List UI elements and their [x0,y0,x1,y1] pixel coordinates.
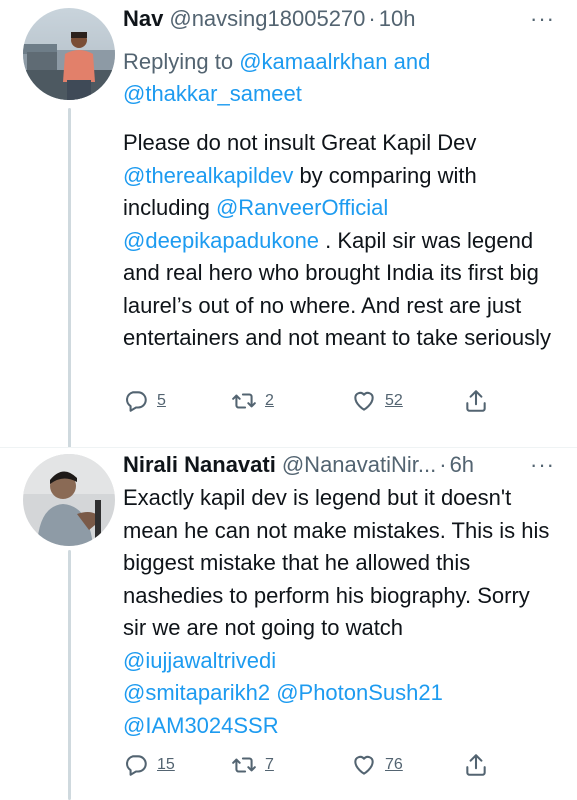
reply-count: 15 [157,756,175,773]
mention-link[interactable]: @RanveerOfficial [216,195,388,220]
reply-icon [126,391,147,412]
text-segment: including [123,195,216,220]
author-handle[interactable]: @NanavatiNir... [282,450,436,480]
text-segment: by comparing with [293,162,477,188]
timestamp[interactable]: 10h [379,4,416,34]
reply-button[interactable]: 15 [123,752,175,778]
retweet-icon [232,757,256,773]
avatar-nav[interactable] [23,8,115,100]
separator-dot: · [439,452,447,477]
text-segment: Exactly kapil dev is legend but it doesn… [123,485,550,640]
mention-link[interactable]: @therealkapildev [123,163,293,188]
retweet-button[interactable]: 2 [231,388,274,414]
more-icon[interactable]: ··· [530,454,555,476]
tweet-header: Nav @navsing18005270 · 10h [123,4,555,34]
share-button[interactable] [463,752,489,778]
author-handle[interactable]: @navsing18005270 [169,4,365,34]
replying-to-label: Replying to [123,49,234,74]
replying-to: Replying to @kamaalrkhan and @thakkar_sa… [123,46,555,110]
tweet-content: Nirali Nanavati @NanavatiNir... · 6h ···… [123,450,555,742]
mention-link[interactable]: @iujjawaltrivedi [123,648,276,673]
action-bar: 15 7 76 [123,752,503,780]
timestamp[interactable]: 6h [450,450,474,480]
mention-link[interactable]: @deepikapadukone [123,228,319,253]
heart-icon [354,755,374,775]
retweet-icon [232,393,256,409]
retweet-count: 7 [265,756,274,773]
avatar-nirali[interactable] [23,454,115,546]
reply-count: 5 [157,392,166,409]
reply-button[interactable]: 5 [123,388,166,414]
tweet-text: Please do not insult Great Kapil Dev @th… [123,127,555,355]
mention-link[interactable]: @PhotonSush21 [276,680,443,705]
mention-link[interactable]: @thakkar_sameet [123,81,302,106]
reply-icon [126,755,147,776]
more-icon[interactable]: ··· [530,8,555,30]
share-icon [466,390,486,412]
like-button[interactable]: 52 [351,388,403,414]
mention-link[interactable]: @kamaalrkhan [239,49,387,74]
heart-icon [354,391,374,411]
mention-link[interactable]: @smitaparikh2 [123,680,270,705]
share-icon [466,754,486,776]
mention-link[interactable]: @IAM3024SSR [123,713,279,738]
tweet-text: Exactly kapil dev is legend but it doesn… [123,482,555,742]
text-segment: . Kapil sir was [319,227,461,253]
retweet-count: 2 [265,392,274,409]
tweet-content: Nav @navsing18005270 · 10h ··· Replying … [123,4,555,355]
replying-and[interactable]: and [394,49,431,74]
share-button[interactable] [463,388,489,414]
tweet-header: Nirali Nanavati @NanavatiNir... · 6h [123,450,555,480]
author-name[interactable]: Nav [123,4,163,34]
text-segment: Please do not insult Great Kapil Dev [123,130,477,155]
tweet-nav[interactable]: Nav @navsing18005270 · 10h ··· Replying … [0,0,577,447]
like-count: 76 [385,756,403,773]
like-count: 52 [385,392,403,409]
like-button[interactable]: 76 [351,752,403,778]
tweet-nirali[interactable]: Nirali Nanavati @NanavatiNir... · 6h ···… [0,448,577,800]
action-bar: 5 2 52 [123,388,503,416]
retweet-button[interactable]: 7 [231,752,274,778]
author-name[interactable]: Nirali Nanavati [123,450,276,480]
separator-dot: · [368,6,376,31]
